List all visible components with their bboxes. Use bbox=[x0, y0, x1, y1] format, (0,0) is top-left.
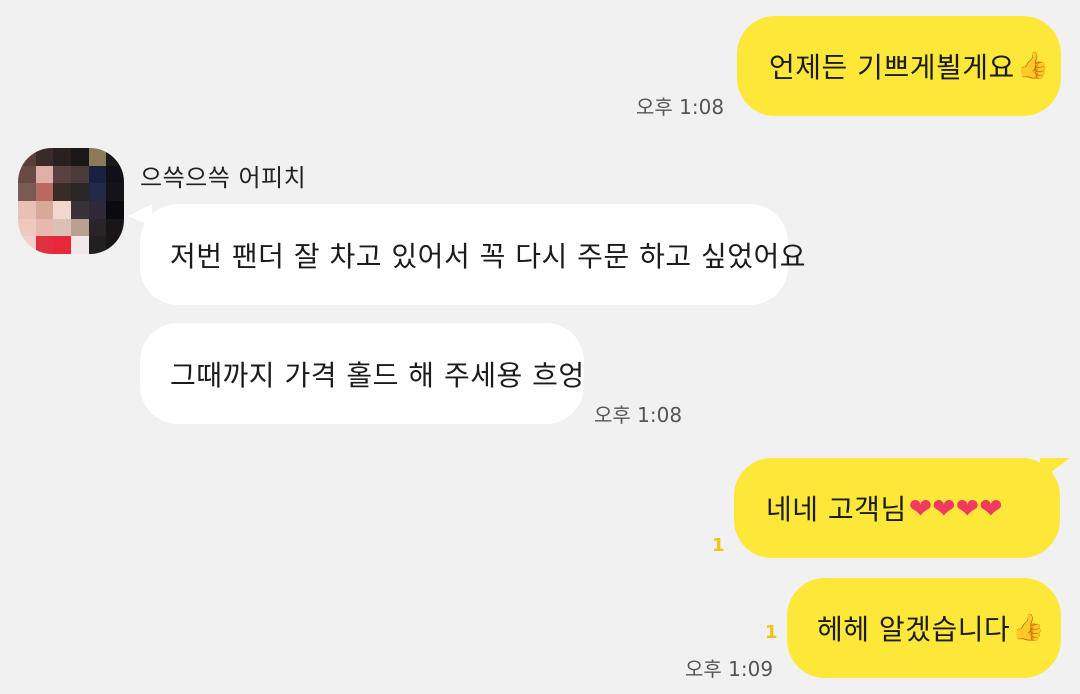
unread-count: 1 bbox=[765, 622, 778, 643]
my-message-bubble[interactable]: 네네 고객님 ❤❤❤❤ bbox=[734, 458, 1060, 558]
hearts-emoji: ❤❤❤❤ bbox=[908, 491, 1003, 525]
my-message-bubble[interactable]: 헤헤 알겠습니다 👍 bbox=[787, 578, 1061, 678]
sender-avatar[interactable] bbox=[18, 148, 124, 254]
message-timestamp: 오후 1:08 bbox=[594, 403, 683, 427]
their-message-bubble[interactable]: 그때까지 가격 홀드 해 주세용 흐엉 bbox=[140, 323, 584, 424]
unread-count: 1 bbox=[712, 535, 725, 556]
message-timestamp: 오후 1:09 bbox=[685, 657, 774, 681]
chat-area: 언제든 기쁘게뵐게요 👍 오후 1:08 으쓱으쓱 어피치 저번 팬더 잘 차고… bbox=[0, 0, 1080, 694]
message-timestamp: 오후 1:08 bbox=[636, 95, 725, 119]
message-text: 저번 팬더 잘 차고 있어서 꼭 다시 주문 하고 싶었어요 bbox=[170, 239, 807, 273]
message-text: 헤헤 알겠습니다 bbox=[817, 613, 1011, 646]
their-message-bubble[interactable]: 저번 팬더 잘 차고 있어서 꼭 다시 주문 하고 싶었어요 bbox=[140, 204, 806, 305]
message-text: 네네 고객님 bbox=[766, 493, 907, 526]
my-message-bubble[interactable]: 언제든 기쁘게뵐게요 👍 bbox=[737, 16, 1061, 116]
sender-name[interactable]: 으쓱으쓱 어피치 bbox=[140, 158, 306, 193]
message-text: 언제든 기쁘게뵐게요 bbox=[769, 51, 1015, 84]
message-text: 그때까지 가격 홀드 해 주세용 흐엉 bbox=[170, 358, 585, 392]
thumbs-up-emoji: 👍 bbox=[1016, 51, 1050, 81]
thumbs-up-emoji: 👍 bbox=[1012, 613, 1046, 643]
